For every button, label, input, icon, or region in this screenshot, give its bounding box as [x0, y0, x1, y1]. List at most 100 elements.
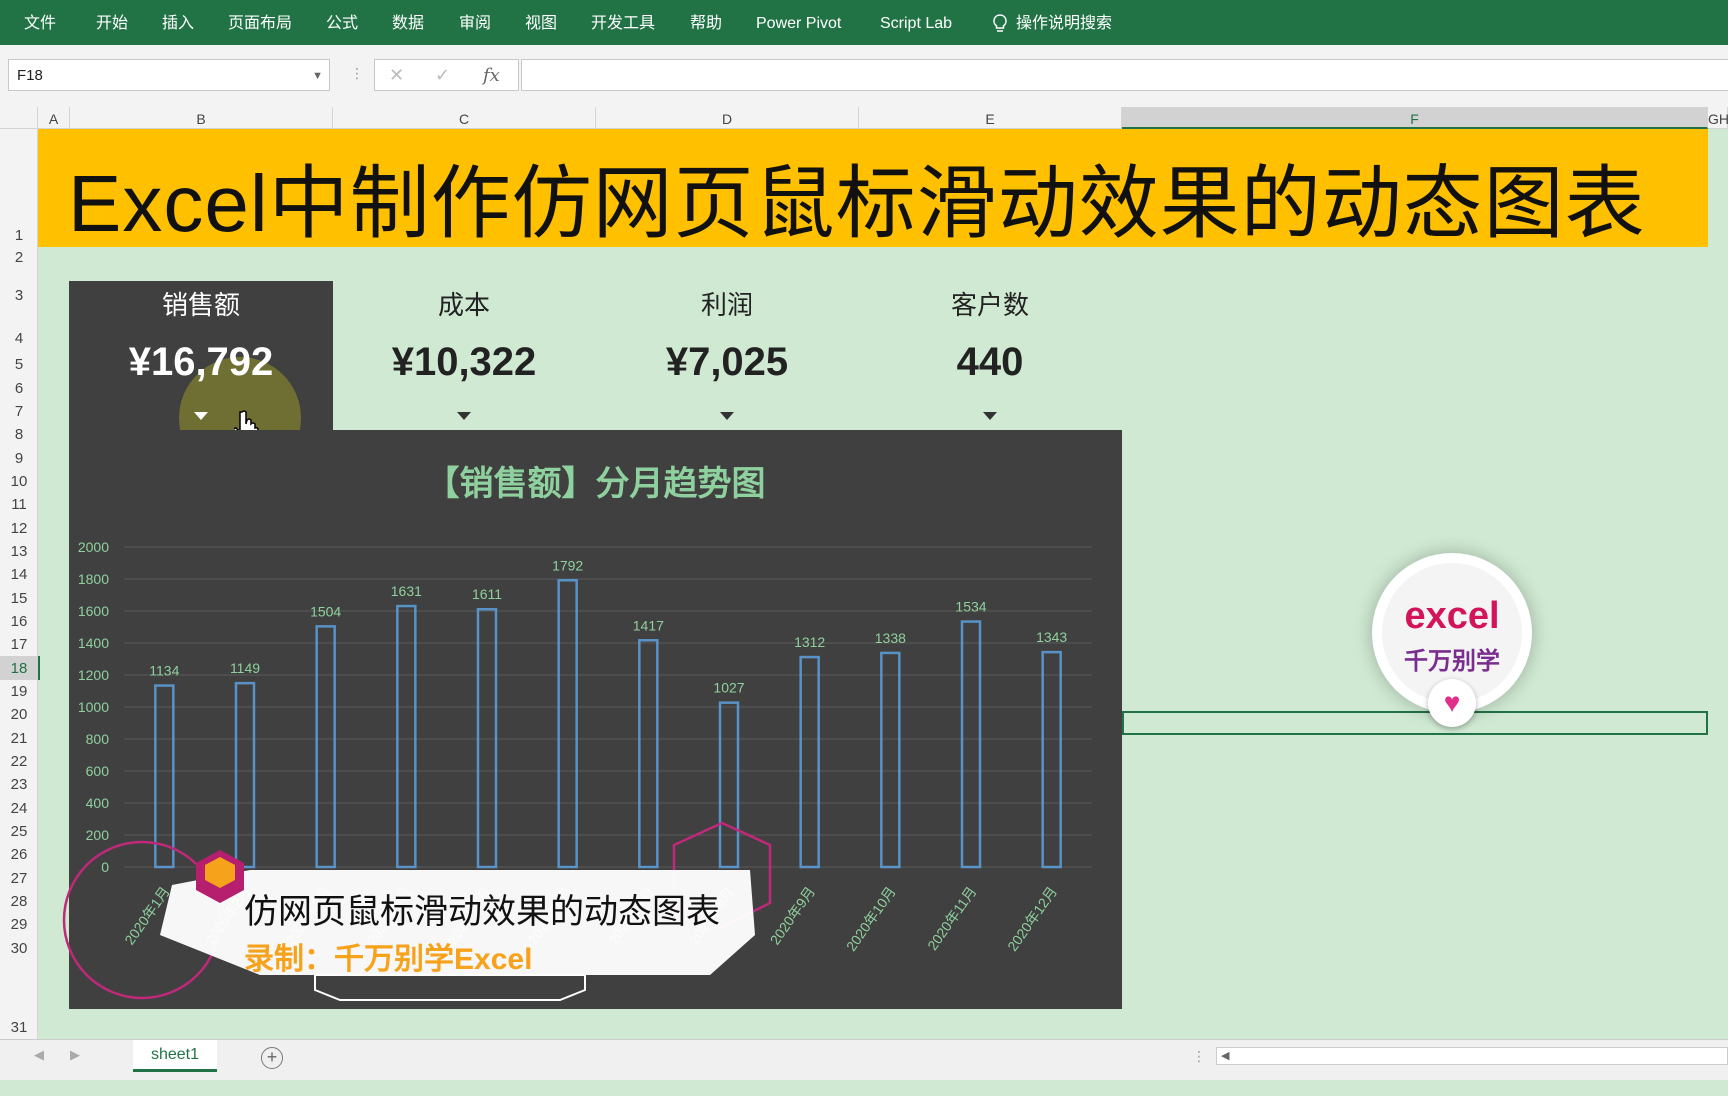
- menu-power-pivot[interactable]: Power Pivot: [756, 0, 841, 45]
- drag-handle-icon[interactable]: ⋮: [350, 65, 364, 82]
- row-header-6[interactable]: 6: [0, 376, 38, 400]
- caption-line-1: 仿网页鼠标滑动效果的动态图表: [244, 893, 720, 931]
- column-header-bar: A B C D E F GH: [0, 107, 1728, 129]
- kpi-cost[interactable]: 成本 ¥10,322: [333, 281, 595, 420]
- row-header-17[interactable]: 17: [0, 633, 38, 656]
- row-header-23[interactable]: 23: [0, 773, 38, 796]
- row-header-3[interactable]: 3: [0, 269, 38, 307]
- column-header-e[interactable]: E: [859, 107, 1122, 129]
- y-tick-label: 1200: [78, 667, 109, 683]
- data-label: 1338: [875, 630, 906, 646]
- row-header-21[interactable]: 21: [0, 726, 38, 750]
- caption-line-2: 录制：千万别学Excel: [244, 943, 533, 976]
- data-label: 1027: [713, 680, 744, 696]
- kpi-customers[interactable]: 客户数 440: [859, 281, 1121, 420]
- splitter-handle-icon[interactable]: ⋮: [1192, 1048, 1206, 1065]
- menu-developer[interactable]: 开发工具: [591, 0, 655, 45]
- row-header-11[interactable]: 11: [0, 493, 38, 516]
- column-header-b[interactable]: B: [70, 107, 333, 129]
- logo-text-excel: excel: [1404, 595, 1500, 637]
- add-sheet-icon[interactable]: +: [261, 1047, 283, 1069]
- data-label: 1134: [149, 663, 179, 679]
- kpi-label: 销售额: [161, 290, 240, 320]
- triangle-down-icon[interactable]: [983, 412, 997, 420]
- row-header-15[interactable]: 15: [0, 586, 38, 610]
- x-tick-label: 2020年12月: [1004, 884, 1060, 954]
- data-label: 1312: [794, 634, 825, 650]
- selected-cell-f18[interactable]: [1122, 711, 1708, 735]
- chevron-down-icon[interactable]: ▼: [312, 70, 323, 82]
- x-tick-label: 2020年11月: [924, 884, 979, 954]
- menu-review[interactable]: 审阅: [459, 0, 491, 45]
- insert-function-button[interactable]: fx: [483, 65, 500, 86]
- sheet-tab-sheet1[interactable]: sheet1: [133, 1040, 217, 1072]
- triangle-down-icon[interactable]: [720, 412, 734, 420]
- row-header-2[interactable]: 2: [0, 247, 38, 269]
- menu-script-lab[interactable]: Script Lab: [880, 0, 952, 45]
- row-header-26[interactable]: 26: [0, 843, 38, 866]
- column-header-d[interactable]: D: [596, 107, 859, 129]
- lightbulb-icon: [993, 14, 1007, 32]
- formula-bar-area: F18 ▼ ⋮ ✕ ✓ fx: [0, 45, 1728, 107]
- row-header-29[interactable]: 29: [0, 913, 38, 936]
- row-header-31[interactable]: 31: [0, 960, 38, 1039]
- row-header-30[interactable]: 30: [0, 936, 38, 960]
- formula-buttons: ✕ ✓ fx: [374, 59, 519, 91]
- row-header-27[interactable]: 27: [0, 866, 38, 890]
- check-icon[interactable]: ✓: [435, 65, 450, 86]
- column-header-f[interactable]: F: [1122, 107, 1708, 129]
- tell-me-search[interactable]: 操作说明搜索: [992, 0, 1112, 45]
- row-header-7[interactable]: 7: [0, 400, 38, 423]
- horizontal-scrollbar[interactable]: ◀: [1216, 1047, 1728, 1065]
- kpi-profit[interactable]: 利润 ¥7,025: [596, 281, 858, 420]
- row-header-13[interactable]: 13: [0, 540, 38, 563]
- title-banner: Excel中制作仿网页鼠标滑动效果的动态图表: [38, 129, 1708, 248]
- row-header-4[interactable]: 4: [0, 307, 38, 350]
- column-header-a[interactable]: A: [38, 107, 70, 129]
- column-header-gh[interactable]: GH: [1708, 107, 1728, 129]
- cancel-icon[interactable]: ✕: [389, 65, 404, 86]
- select-all-corner[interactable]: [0, 107, 38, 129]
- triangle-down-icon[interactable]: [457, 412, 471, 420]
- menu-home[interactable]: 开始: [96, 0, 128, 45]
- bar-11: [960, 620, 982, 869]
- row-header-22[interactable]: 22: [0, 750, 38, 773]
- menu-help[interactable]: 帮助: [690, 0, 722, 45]
- row-header-5[interactable]: 5: [0, 350, 38, 376]
- row-header-19[interactable]: 19: [0, 680, 38, 703]
- kpi-label: 客户数: [950, 290, 1029, 320]
- data-label: 1611: [472, 586, 502, 602]
- row-header-16[interactable]: 16: [0, 610, 38, 633]
- scroll-left-arrow-icon[interactable]: ◀: [1221, 1049, 1229, 1062]
- scroll-right-icon[interactable]: ▶: [70, 1047, 80, 1063]
- column-header-c[interactable]: C: [333, 107, 596, 129]
- row-header-12[interactable]: 12: [0, 516, 38, 540]
- y-tick-label: 1000: [78, 699, 109, 715]
- row-header-8[interactable]: 8: [0, 423, 38, 446]
- menu-data[interactable]: 数据: [392, 0, 424, 45]
- name-box[interactable]: F18 ▼: [8, 59, 330, 91]
- menu-file[interactable]: 文件: [24, 0, 56, 45]
- kpi-sales[interactable]: 销售额 ¥16,792: [70, 281, 332, 420]
- menu-formulas[interactable]: 公式: [326, 0, 358, 45]
- menu-page-layout[interactable]: 页面布局: [228, 0, 292, 45]
- triangle-down-icon[interactable]: [194, 412, 208, 420]
- row-header-9[interactable]: 9: [0, 446, 38, 470]
- logo-text-sub: 千万别学: [1404, 648, 1500, 675]
- menu-insert[interactable]: 插入: [162, 0, 194, 45]
- kpi-value: 440: [956, 340, 1024, 384]
- ribbon-menu-bar: 文件 开始 插入 页面布局 公式 数据 审阅 视图 开发工具 帮助 Power …: [0, 0, 1728, 45]
- row-header-10[interactable]: 10: [0, 470, 38, 493]
- menu-view[interactable]: 视图: [525, 0, 557, 45]
- row-header-28[interactable]: 28: [0, 890, 38, 913]
- row-header-18[interactable]: 18: [0, 656, 40, 680]
- row-header-25[interactable]: 25: [0, 820, 38, 843]
- scroll-left-icon[interactable]: ◀: [34, 1047, 44, 1063]
- row-header-20[interactable]: 20: [0, 703, 38, 726]
- data-label: 1417: [633, 617, 664, 633]
- data-label: 1504: [310, 603, 341, 619]
- row-header-24[interactable]: 24: [0, 796, 38, 820]
- formula-input[interactable]: [521, 59, 1728, 91]
- row-header-14[interactable]: 14: [0, 563, 38, 586]
- row-header-1[interactable]: 1: [0, 129, 38, 247]
